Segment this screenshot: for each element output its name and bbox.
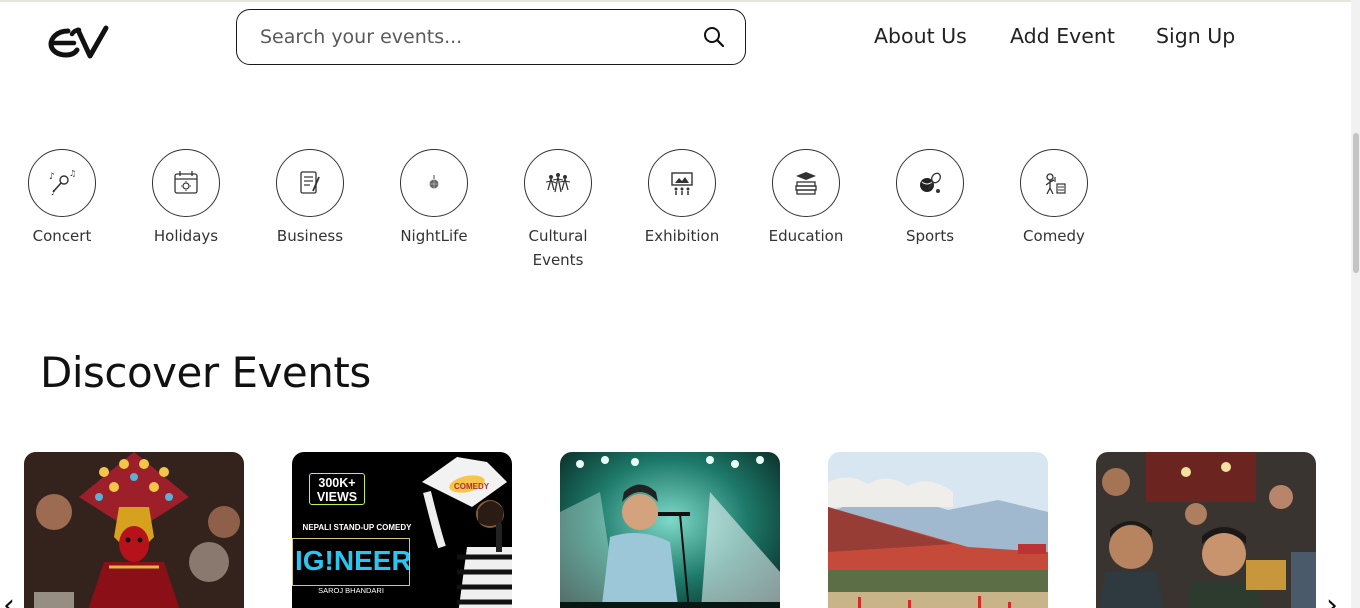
event-image-concert-singer: [560, 452, 780, 608]
nav-sign-up[interactable]: Sign Up: [1156, 24, 1235, 48]
category-concert[interactable]: ♪ ♫ ♪ Concert: [7, 149, 117, 248]
category-label: Exhibition: [644, 227, 720, 245]
category-business[interactable]: Business: [255, 149, 365, 248]
event-card-comedy[interactable]: 300K+ VIEWS NEPALI STAND-UP COMEDY IG!NE…: [292, 452, 512, 608]
search-bar[interactable]: [236, 9, 746, 65]
comedian-figure: COMEDY: [422, 457, 512, 608]
category-label: Education: [768, 227, 844, 245]
category-label: NightLife: [400, 227, 468, 245]
scrollbar-thumb[interactable]: [1353, 133, 1359, 273]
disco-ball-icon: [429, 175, 439, 189]
category-holidays[interactable]: Holidays: [131, 149, 241, 248]
category-label: Business: [276, 227, 344, 245]
comedian-stage-icon: [1045, 173, 1066, 195]
nav-add-event[interactable]: Add Event: [1010, 24, 1115, 48]
ev-logo[interactable]: [48, 22, 110, 62]
calendar-sun-icon: [174, 171, 198, 194]
search-input[interactable]: [260, 24, 680, 50]
category-label: Concert: [32, 227, 92, 245]
discover-events-title: Discover Events: [40, 348, 371, 397]
poster-credit: SAROJ BHANDARI: [318, 586, 384, 595]
category-cultural-events[interactable]: Cultural Events: [503, 149, 613, 272]
cultural-dancers-icon: [545, 173, 571, 193]
event-image-stadium-football: [828, 452, 1048, 608]
category-nightlife[interactable]: NightLife: [379, 149, 489, 248]
category-label: Holidays: [153, 227, 219, 245]
category-label: Comedy: [1023, 227, 1085, 245]
gallery-board-icon: [671, 172, 693, 195]
category-education[interactable]: Education: [751, 149, 861, 248]
carousel-prev-arrow[interactable]: ‹: [3, 588, 15, 608]
svg-text:♪: ♪: [51, 189, 55, 197]
event-card-concert[interactable]: [560, 452, 780, 608]
svg-text:♫: ♫: [69, 169, 76, 178]
category-exhibition[interactable]: Exhibition: [627, 149, 737, 248]
event-card-sports[interactable]: [828, 452, 1048, 608]
svg-text:COMEDY: COMEDY: [454, 482, 490, 491]
category-sports[interactable]: Sports: [875, 149, 985, 248]
event-image-comedy-audience: [1096, 452, 1316, 608]
category-label: Cultural Events: [528, 227, 588, 269]
poster-headline: IG!NEER: [292, 538, 410, 586]
microphone-music-icon: ♪ ♫ ♪: [49, 169, 76, 197]
poster-subtitle: NEPALI STAND-UP COMEDY: [302, 523, 412, 532]
category-comedy[interactable]: Comedy: [999, 149, 1109, 248]
carousel-next-arrow[interactable]: ›: [1326, 588, 1338, 608]
document-pen-icon: [300, 171, 320, 194]
nav-about-us[interactable]: About Us: [874, 24, 967, 48]
books-graduation-icon: [795, 172, 817, 195]
event-card-cultural[interactable]: [24, 452, 244, 608]
event-image-cultural-mask: [24, 452, 244, 608]
views-badge: 300K+ VIEWS: [309, 473, 365, 505]
search-icon[interactable]: [703, 26, 725, 48]
event-card-comedy-audience[interactable]: [1096, 452, 1316, 608]
category-label: Sports: [905, 227, 955, 245]
sports-balls-icon: [920, 172, 942, 193]
top-border: [0, 0, 1360, 2]
page-scrollbar[interactable]: [1351, 0, 1360, 608]
svg-text:♪: ♪: [49, 172, 55, 182]
